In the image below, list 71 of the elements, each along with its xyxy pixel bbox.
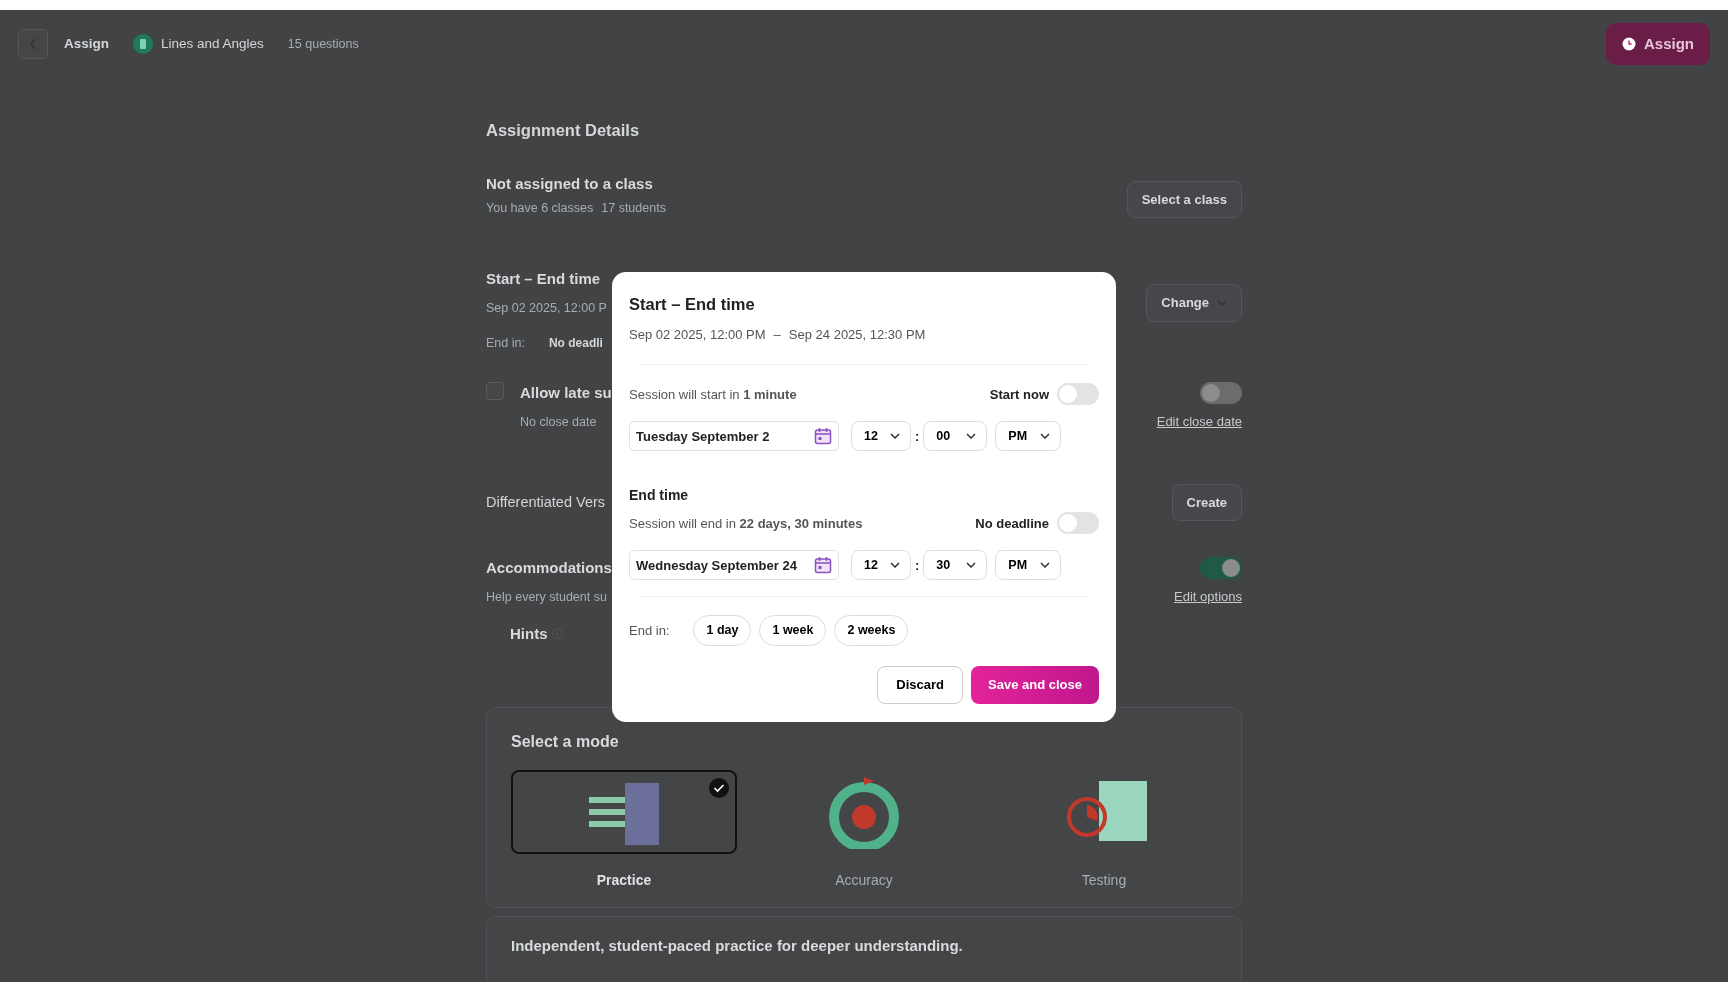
range-dash: – — [773, 325, 781, 344]
end-datetime: Sep 24 2025, 12:30 PM — [788, 325, 926, 344]
session-status: Session will end in 22 days, 30 minutes — [629, 514, 863, 533]
create-button[interactable]: Create — [1171, 483, 1242, 522]
end-in-label: End in: — [629, 621, 670, 640]
option-subtitle: No close date — [520, 413, 598, 431]
mode-label: Accuracy — [835, 871, 893, 890]
time-colon: : — [915, 556, 920, 575]
checkbox[interactable] — [486, 382, 504, 401]
page-title: Assign — [64, 34, 109, 53]
toggle-label: No deadline — [975, 514, 1049, 533]
question-count: 15 questions — [287, 35, 359, 53]
option-label: Hints — [510, 623, 548, 644]
hour-select[interactable]: 12 — [851, 550, 911, 581]
end-value: No deadli — [548, 334, 603, 352]
student-count: 17 students — [601, 200, 666, 218]
section-title: Not assigned to a class — [486, 173, 654, 194]
start-datetime: Sep 02 2025, 12:00 PM — [629, 325, 766, 344]
hour-select[interactable]: 12 — [851, 421, 911, 452]
minute-select[interactable]: 00 — [923, 421, 988, 452]
chevron-down-icon — [966, 562, 977, 569]
chevron-down-icon — [890, 433, 900, 440]
date-field[interactable]: Tuesday September 2 — [629, 421, 839, 452]
time-colon: : — [915, 427, 920, 446]
option-title: Allow late su — [520, 383, 612, 404]
check-icon — [709, 778, 729, 798]
section-subtitle: Help every student su — [486, 588, 608, 606]
save-and-close-button[interactable]: Save and close — [971, 666, 1099, 704]
mode-label: Testing — [1081, 871, 1127, 890]
date-range: Sep 02 2025, 12:00 P — [486, 299, 607, 317]
assign-button[interactable]: Assign — [1606, 22, 1710, 66]
section-heading: End time — [629, 486, 690, 506]
quiz-icon — [133, 34, 153, 54]
quiz-name: Lines and Angles — [161, 34, 264, 53]
duration-chip[interactable]: 2 weeks — [834, 615, 909, 646]
duration-chip[interactable]: 1 week — [759, 615, 827, 646]
duration-chip[interactable]: 1 day — [693, 615, 752, 646]
chevron-down-icon — [1040, 433, 1051, 440]
select-class-button[interactable]: Select a class — [1126, 180, 1242, 219]
dialog-title: Start – End time — [629, 294, 756, 315]
section-title: Start – End time — [486, 269, 602, 290]
toggle-switch[interactable] — [1057, 512, 1099, 535]
toggle-switch[interactable] — [1200, 557, 1242, 580]
clock-icon — [1622, 37, 1636, 51]
chevron-down-icon — [966, 433, 977, 440]
edit-close-date-link[interactable]: Edit close date — [1156, 412, 1242, 432]
card-title: Select a mode — [511, 732, 620, 752]
toggle-label: Start now — [989, 385, 1049, 404]
calendar-icon — [814, 427, 832, 446]
class-count: You have 6 classes — [486, 200, 594, 218]
section-title: Differentiated Vers — [486, 492, 606, 512]
mode-label: Practice — [596, 871, 652, 890]
edit-options-link[interactable]: Edit options — [1174, 587, 1242, 607]
calendar-icon — [814, 556, 832, 575]
section-title: Accommodations — [486, 558, 612, 579]
period-select[interactable]: PM — [995, 550, 1062, 581]
chevron-down-icon — [1040, 562, 1051, 569]
discard-button[interactable]: Discard — [877, 666, 964, 704]
chevron-down-icon — [890, 562, 900, 569]
minute-select[interactable]: 30 — [923, 550, 988, 581]
date-field[interactable]: Wednesday September 24 — [629, 550, 839, 581]
change-button[interactable]: Change — [1146, 284, 1242, 322]
session-status: Session will start in 1 minute — [629, 385, 797, 404]
toggle-switch[interactable] — [1057, 383, 1099, 406]
mode-description: Independent, student-paced practice for deeper understanding. — [511, 936, 964, 956]
toggle-switch[interactable] — [1200, 382, 1242, 405]
period-select[interactable]: PM — [995, 421, 1062, 452]
back-button[interactable] — [18, 29, 48, 59]
mode-tile[interactable] — [511, 770, 737, 854]
section-heading: Assignment Details — [486, 120, 641, 141]
end-label: End in: — [486, 334, 525, 352]
